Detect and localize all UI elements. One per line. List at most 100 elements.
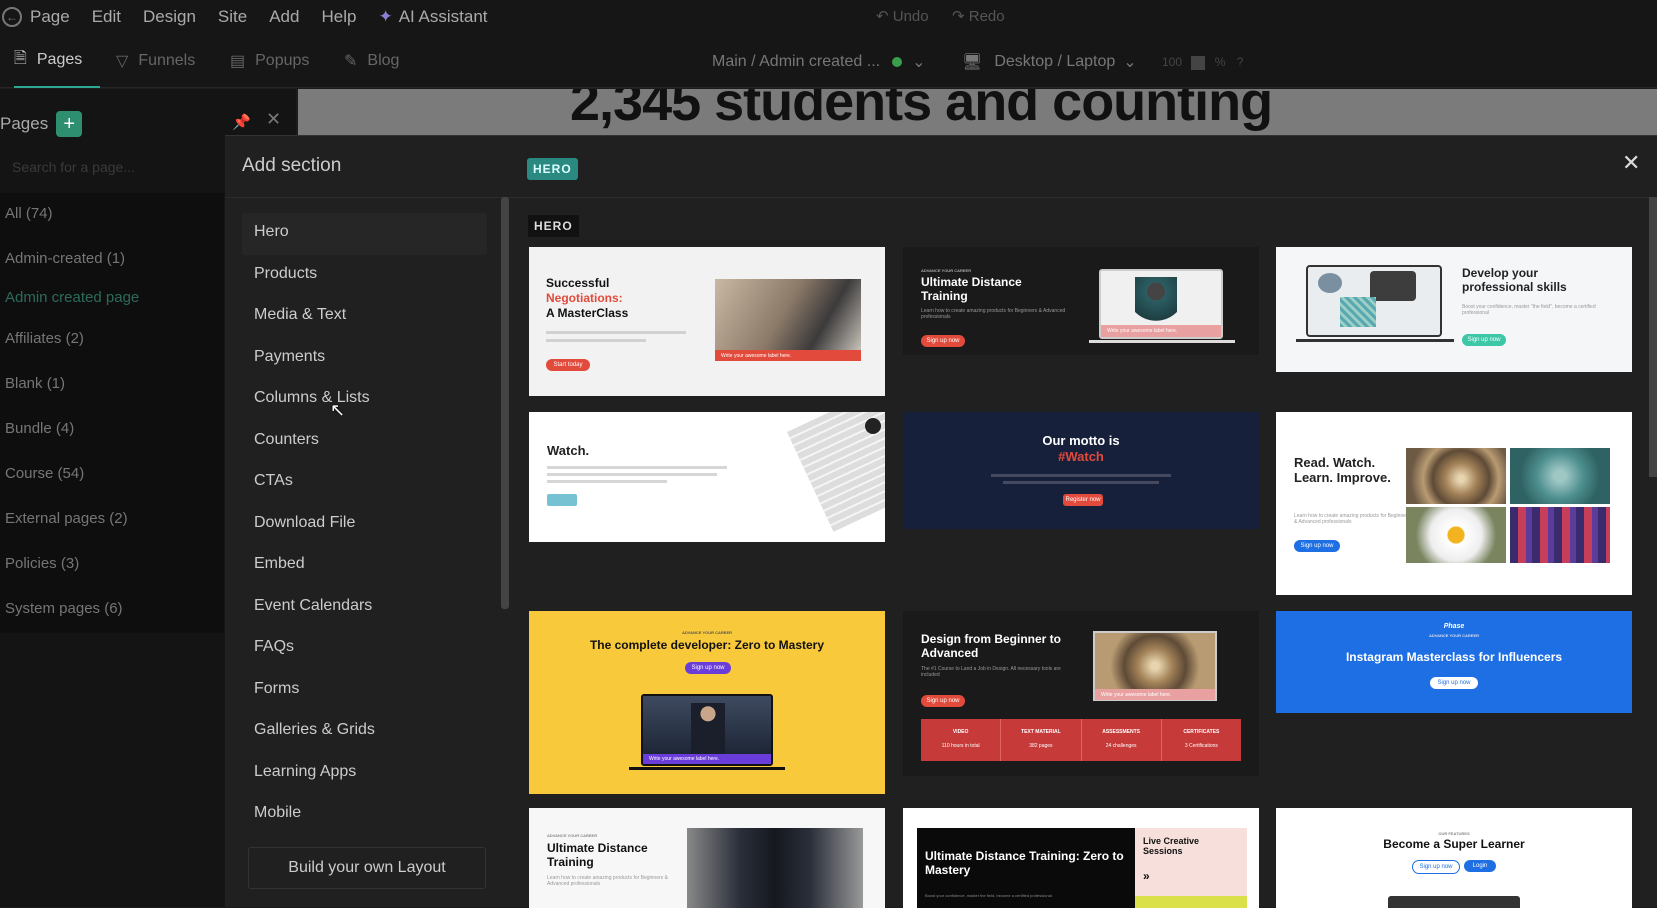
- stat-item: TEXT MATERIAL 382 pages: [1001, 719, 1082, 761]
- category-item[interactable]: Bundle (4): [0, 408, 224, 453]
- card-title: A MasterClass: [546, 306, 629, 320]
- section-item-products[interactable]: Products: [242, 255, 487, 297]
- card-eyebrow: OUR FEATURES: [1438, 831, 1470, 836]
- section-type-badge: HERO: [527, 158, 578, 180]
- menu-page[interactable]: Page: [30, 7, 70, 27]
- template-card[interactable]: Phase ADVANCE YOUR CAREER Instagram Mast…: [1276, 611, 1632, 713]
- tab-label: Popups: [255, 52, 310, 69]
- category-item[interactable]: System pages (6): [0, 588, 224, 633]
- section-item-media-text[interactable]: Media & Text: [242, 296, 487, 338]
- page-icon: 🗎: [14, 49, 27, 67]
- blog-icon: ✎: [344, 53, 358, 70]
- section-list-scrollbar[interactable]: [501, 197, 509, 609]
- section-item-download-file[interactable]: Download File: [242, 504, 487, 546]
- tab-popups[interactable]: ▤ Popups: [230, 34, 309, 88]
- tab-blog[interactable]: ✎ Blog: [344, 34, 399, 88]
- laptop-base: [1296, 339, 1454, 342]
- category-item[interactable]: Blank (1): [0, 363, 224, 408]
- template-card[interactable]: Design from Beginner to Advanced The #1 …: [903, 611, 1259, 776]
- card-title: Successful: [546, 276, 610, 290]
- chevron-down-icon: ⌄: [1123, 54, 1137, 71]
- template-card[interactable]: OUR FEATURES Become a Super Learner Sign…: [1276, 808, 1632, 908]
- businessman-photo: [687, 828, 863, 908]
- notebook-photo: [1340, 297, 1376, 327]
- category-item[interactable]: Course (54): [0, 453, 224, 498]
- menu-site[interactable]: Site: [218, 7, 247, 27]
- tab-funnels[interactable]: ▽ Funnels: [116, 34, 195, 88]
- card-cta: [547, 494, 577, 506]
- template-grid-scrollbar[interactable]: [1649, 197, 1657, 477]
- page-canvas[interactable]: 2,345 students and counting: [298, 89, 1657, 135]
- photo-caption: Write your awesome label here.: [1095, 689, 1215, 700]
- section-item-learning-apps[interactable]: Learning Apps: [242, 753, 487, 795]
- build-own-layout-button[interactable]: Build your own Layout: [248, 847, 486, 889]
- menu-design[interactable]: Design: [143, 7, 196, 27]
- section-item-mobile[interactable]: Mobile: [242, 794, 487, 836]
- section-item-ctas[interactable]: CTAs: [242, 462, 487, 504]
- section-item-event-calendars[interactable]: Event Calendars: [242, 587, 487, 629]
- group-label: HERO: [528, 215, 579, 237]
- template-card[interactable]: ADVANCE YOUR CAREER Ultimate Distance Tr…: [529, 808, 885, 908]
- card-cta: Sign up now: [921, 695, 965, 707]
- sidebar-header: Pages +: [0, 111, 83, 137]
- spiral-stairs-photo: [1406, 448, 1506, 504]
- section-type-list: Hero Products Media & Text Payments Colu…: [242, 213, 487, 836]
- menu-help[interactable]: Help: [321, 7, 356, 27]
- add-page-button[interactable]: +: [56, 111, 83, 137]
- category-item[interactable]: Admin-created (1): [0, 238, 224, 283]
- back-icon[interactable]: ←: [2, 7, 22, 27]
- modal-divider: [225, 197, 1657, 198]
- device-selector[interactable]: 🖥 Desktop / Laptop ⌄: [962, 52, 1137, 72]
- template-card[interactable]: Develop your professional skills Boost y…: [1276, 247, 1632, 372]
- category-item[interactable]: All (74): [0, 193, 224, 238]
- template-card[interactable]: Watch.: [529, 412, 885, 542]
- section-item-counters[interactable]: Counters: [242, 421, 487, 463]
- environment-selector[interactable]: Main / Admin created ... ⌄: [712, 52, 925, 72]
- menu-add[interactable]: Add: [269, 7, 299, 27]
- section-item-payments[interactable]: Payments: [242, 338, 487, 380]
- card-title: Become a Super Learner: [1383, 837, 1525, 851]
- page-search-input[interactable]: Search for a page...: [4, 151, 224, 187]
- template-card[interactable]: ADVANCE YOUR CAREER The complete develop…: [529, 611, 885, 794]
- page-category-list: All (74) Admin-created (1) Admin created…: [0, 193, 224, 633]
- close-icon[interactable]: ✕: [1622, 150, 1640, 176]
- stat-label: VIDEO: [952, 729, 969, 735]
- modal-title: Add section: [242, 155, 342, 176]
- template-card[interactable]: Successful Negotiations: A MasterClass S…: [529, 247, 885, 396]
- section-item-embed[interactable]: Embed: [242, 545, 487, 587]
- section-item-columns-lists[interactable]: Columns & Lists: [242, 379, 487, 421]
- card-text: Boost your confidence, master "the field…: [1462, 304, 1596, 316]
- card-cta: Sign up now: [1430, 677, 1478, 689]
- category-item-selected[interactable]: Admin created page: [0, 283, 224, 318]
- menu-edit[interactable]: Edit: [92, 7, 121, 27]
- card-cta: Register now: [1063, 494, 1103, 506]
- category-item[interactable]: Policies (3): [0, 543, 224, 588]
- redo-button[interactable]: ↷ Redo: [952, 7, 1005, 25]
- pin-icon[interactable]: 📌: [232, 113, 251, 131]
- card-text: [547, 466, 727, 469]
- category-item[interactable]: Affiliates (2): [0, 318, 224, 363]
- template-card[interactable]: Ultimate Distance Training: Zero to Mast…: [903, 808, 1259, 908]
- card-text: [546, 339, 646, 342]
- template-card[interactable]: ADVANCE YOUR CAREER Ultimate Distance Tr…: [903, 247, 1259, 355]
- section-item-forms[interactable]: Forms: [242, 670, 487, 712]
- environment-label: Main / Admin created ...: [712, 53, 881, 70]
- add-section-modal: Add section HERO ✕ Hero Products Media &…: [225, 135, 1657, 908]
- zoom-control[interactable]: 100 % ?: [1162, 55, 1243, 70]
- card-text: The #1 Course to Land a Job in Design. A…: [921, 666, 1061, 678]
- section-item-faqs[interactable]: FAQs: [242, 628, 487, 670]
- section-item-hero[interactable]: Hero: [242, 213, 487, 255]
- close-icon[interactable]: ✕: [266, 109, 281, 130]
- help-icon[interactable]: ?: [1237, 55, 1244, 69]
- template-card[interactable]: Read. Watch. Learn. Improve. Learn how t…: [1276, 412, 1632, 595]
- ai-assistant-label: AI Assistant: [398, 7, 488, 26]
- template-card[interactable]: Our motto is #Watch Register now: [903, 412, 1259, 529]
- card-text: [546, 331, 686, 334]
- photo-caption: Write your awesome label here.: [715, 350, 861, 361]
- section-item-galleries-grids[interactable]: Galleries & Grids: [242, 711, 487, 753]
- category-item[interactable]: External pages (2): [0, 498, 224, 543]
- tab-pages[interactable]: 🗎 Pages: [14, 34, 100, 88]
- undo-button[interactable]: ↶ Undo: [876, 7, 929, 25]
- mouse-cursor-icon: ↖: [330, 400, 346, 420]
- ai-assistant-button[interactable]: ✦ AI Assistant: [378, 7, 487, 27]
